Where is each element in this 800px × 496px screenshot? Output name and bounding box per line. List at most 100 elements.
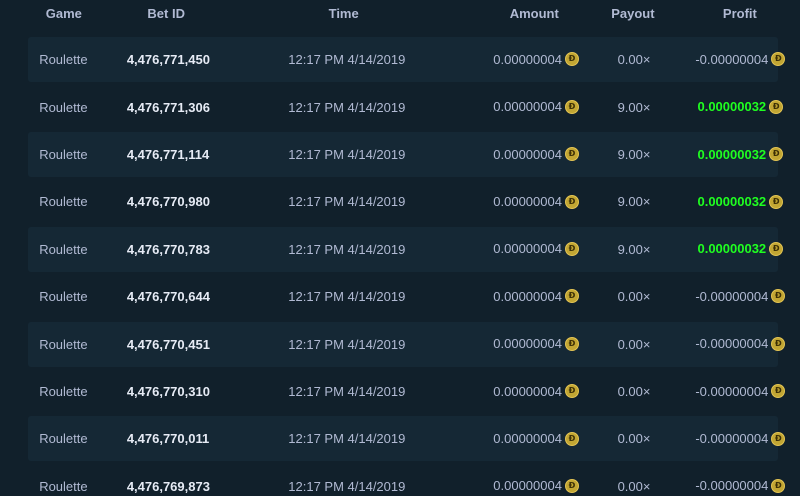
bet-id-link-text[interactable]: 4,476,770,644 <box>127 289 210 304</box>
profit-cell: -0.00000004 Ð <box>681 289 800 305</box>
profit-cell-text: -0.00000004 <box>695 336 769 352</box>
bet-id-link[interactable]: 4,476,771,306 <box>127 100 210 115</box>
bet-id-link[interactable]: 4,476,770,980 <box>127 194 210 209</box>
bet-id-link[interactable]: 4,476,770,451 <box>127 337 210 352</box>
game-cell-text: Roulette <box>39 289 88 305</box>
amount-cell-text: 0.00000004 <box>493 431 562 447</box>
game-cell: Roulette <box>0 479 127 494</box>
profit-cell: 0.00000032 Ð <box>681 194 800 210</box>
time-cell-text: 12:17 PM 4/14/2019 <box>288 52 406 68</box>
dogecoin-icon: Ð <box>769 194 784 209</box>
time-cell: 12:17 PM 4/14/2019 <box>209 100 485 115</box>
table-row[interactable]: Roulette 4,476,770,644 12:17 PM 4/14/2019 0… <box>0 273 800 320</box>
bet-id-link[interactable]: 4,476,770,644 <box>127 289 210 304</box>
table-row[interactable]: Roulette 4,476,770,310 12:17 PM 4/14/2019 0… <box>0 368 800 415</box>
table-row[interactable]: Roulette 4,476,769,873 12:17 PM 4/14/2019 0… <box>0 463 800 496</box>
bet-id-link[interactable]: 4,476,770,011 <box>127 431 209 446</box>
bet-id-link[interactable]: 4,476,771,114 <box>127 147 209 162</box>
table-row[interactable]: Roulette 4,476,770,011 12:17 PM 4/14/2019 0… <box>0 415 800 462</box>
profit-cell-text: 0.00000032 <box>697 99 767 115</box>
amount-cell-text: 0.00000004 <box>493 99 562 115</box>
amount-cell-text: 0.00000004 <box>493 194 562 210</box>
bet-id-link-text[interactable]: 4,476,771,450 <box>127 52 210 67</box>
payout-cell: 0.00× <box>587 337 680 352</box>
table-row[interactable]: Roulette 4,476,770,783 12:17 PM 4/14/2019 0… <box>0 226 800 273</box>
time-cell: 12:17 PM 4/14/2019 <box>209 242 485 257</box>
amount-cell-text: 0.00000004 <box>493 146 562 162</box>
payout-cell: 0.00× <box>587 52 680 67</box>
dogecoin-icon: Ð <box>771 52 786 67</box>
payout-cell: 0.00× <box>587 289 680 304</box>
bet-id-link[interactable]: 4,476,769,873 <box>127 479 210 494</box>
header-payout: Payout <box>611 6 655 21</box>
profit-cell-text: 0.00000032 <box>697 146 767 162</box>
profit-cell: -0.00000004 Ð <box>681 384 800 400</box>
payout-cell-text: 0.00× <box>617 336 651 352</box>
profit-cell: -0.00000004 Ð <box>681 52 800 68</box>
time-cell-text: 12:17 PM 4/14/2019 <box>288 99 406 115</box>
profit-cell-text: -0.00000004 <box>695 51 769 67</box>
bet-id-link[interactable]: 4,476,770,310 <box>127 384 210 399</box>
game-cell-text: Roulette <box>39 431 88 447</box>
amount-cell-text: 0.00000004 <box>493 383 562 399</box>
dogecoin-icon: Ð <box>564 336 579 351</box>
time-cell: 12:17 PM 4/14/2019 <box>209 384 485 399</box>
time-cell-text: 12:17 PM 4/14/2019 <box>288 194 406 210</box>
amount-cell: 0.00000004 Ð <box>485 99 588 115</box>
dogecoin-icon: Ð <box>564 478 579 493</box>
time-cell-text: 12:17 PM 4/14/2019 <box>288 383 406 399</box>
amount-cell: 0.00000004 Ð <box>485 241 588 257</box>
dogecoin-icon: Ð <box>564 52 579 67</box>
table-row[interactable]: Roulette 4,476,770,451 12:17 PM 4/14/2019 0… <box>0 320 800 367</box>
table-row[interactable]: Roulette 4,476,771,114 12:17 PM 4/14/2019 0… <box>0 131 800 178</box>
amount-cell-text: 0.00000004 <box>493 336 562 352</box>
game-cell: Roulette <box>0 337 127 352</box>
game-cell: Roulette <box>0 289 127 304</box>
bet-id-link[interactable]: 4,476,770,783 <box>127 242 210 257</box>
header-amount: Amount <box>509 6 559 21</box>
dogecoin-icon: Ð <box>564 99 579 114</box>
table-row[interactable]: Roulette 4,476,770,980 12:17 PM 4/14/2019 0… <box>0 178 800 225</box>
payout-cell-text: 0.00× <box>617 289 651 305</box>
time-cell-text: 12:17 PM 4/14/2019 <box>288 289 406 305</box>
bet-id-link-text[interactable]: 4,476,771,306 <box>127 100 210 115</box>
bet-id-link-text[interactable]: 4,476,770,451 <box>127 337 210 352</box>
bet-id-link-text[interactable]: 4,476,771,114 <box>127 147 209 162</box>
game-cell: Roulette <box>0 242 127 257</box>
bet-id-link-text[interactable]: 4,476,770,980 <box>127 194 210 209</box>
bets-table: Game Bet ID Time Amount Payout Profit Ro… <box>0 0 800 496</box>
bet-id-link-text[interactable]: 4,476,770,310 <box>127 384 210 399</box>
time-cell-text: 12:17 PM 4/14/2019 <box>288 241 406 257</box>
payout-cell-text: 0.00× <box>617 478 651 494</box>
bet-id-link-text[interactable]: 4,476,770,011 <box>127 431 209 446</box>
amount-cell: 0.00000004 Ð <box>485 52 588 68</box>
profit-cell: 0.00000032 Ð <box>681 241 800 257</box>
bet-id-link-text[interactable]: 4,476,770,783 <box>127 242 210 257</box>
dogecoin-icon: Ð <box>564 194 579 209</box>
profit-cell-text: -0.00000004 <box>695 478 769 494</box>
amount-cell-text: 0.00000004 <box>493 478 562 494</box>
amount-cell: 0.00000004 Ð <box>485 431 588 447</box>
profit-cell-text: -0.00000004 <box>695 383 769 399</box>
profit-cell: 0.00000032 Ð <box>681 147 800 163</box>
amount-cell: 0.00000004 Ð <box>485 384 588 400</box>
game-cell: Roulette <box>0 384 127 399</box>
game-cell: Roulette <box>0 194 127 209</box>
payout-cell-text: 9.00× <box>617 241 651 257</box>
game-cell: Roulette <box>0 52 127 67</box>
payout-cell-text: 9.00× <box>617 99 651 115</box>
table-row[interactable]: Roulette 4,476,771,450 12:17 PM 4/14/2019 0… <box>0 36 800 83</box>
game-cell: Roulette <box>0 431 127 446</box>
profit-cell-text: 0.00000032 <box>697 241 767 257</box>
game-cell-text: Roulette <box>39 478 88 494</box>
table-body: Roulette 4,476,771,450 12:17 PM 4/14/2019 0… <box>0 36 800 496</box>
table-row[interactable]: Roulette 4,476,771,306 12:17 PM 4/14/2019 0… <box>0 83 800 130</box>
bet-id-link-text[interactable]: 4,476,769,873 <box>127 479 210 494</box>
game-cell-text: Roulette <box>39 241 88 257</box>
time-cell: 12:17 PM 4/14/2019 <box>209 147 485 162</box>
payout-cell: 9.00× <box>587 100 680 115</box>
dogecoin-icon: Ð <box>771 431 786 446</box>
dogecoin-icon: Ð <box>771 478 786 493</box>
time-cell: 12:17 PM 4/14/2019 <box>209 52 485 67</box>
bet-id-link[interactable]: 4,476,771,450 <box>127 52 210 67</box>
